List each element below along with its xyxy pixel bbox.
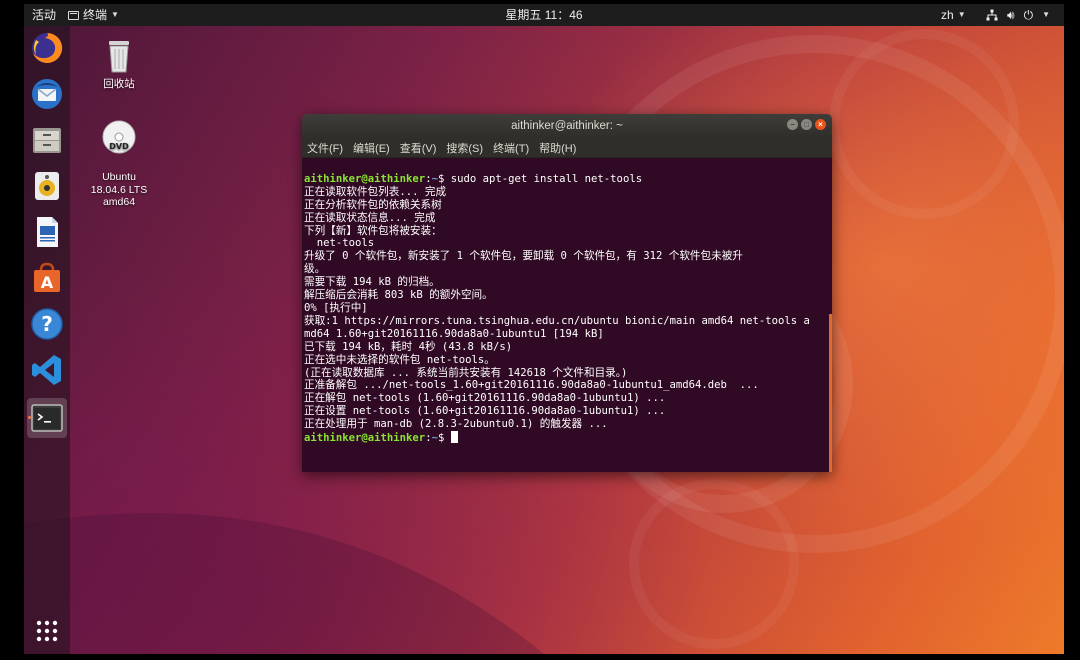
dock: A ? xyxy=(24,26,70,654)
output-line: 下列【新】软件包将被安装： xyxy=(304,224,442,237)
system-menu-button[interactable]: 🔊︎ ⏻ ▼ xyxy=(986,7,1050,23)
svg-text:DVD: DVD xyxy=(109,142,129,151)
prompt-user: aithinker@aithinker xyxy=(304,172,426,185)
dvd-icon: DVD xyxy=(102,120,136,153)
vscode-icon xyxy=(32,355,61,385)
output-line: 正在分析软件包的依赖关系树 xyxy=(304,198,442,211)
top-bar: 活动 终端 ▼ 星期五 11：46 zh ▼ 🔊︎ ⏻ ▼ xyxy=(24,4,1064,26)
terminal-menubar: 文件(F) 编辑(E) 查看(V) 搜索(S) 终端(T) 帮助(H) xyxy=(302,138,832,158)
menu-file[interactable]: 文件(F) xyxy=(307,140,343,156)
dvd-label: Ubuntu 18.04.6 LTS amd64 xyxy=(90,171,148,208)
dock-firefox[interactable] xyxy=(27,28,67,68)
desktop-screen: 活动 终端 ▼ 星期五 11：46 zh ▼ 🔊︎ ⏻ ▼ A ? 回收站 DV… xyxy=(24,4,1064,654)
maximize-button[interactable]: □ xyxy=(801,119,812,130)
thunderbird-icon xyxy=(32,79,62,109)
output-line: 获取:1 https://mirrors.tuna.tsinghua.edu.c… xyxy=(304,314,810,327)
dock-thunderbird[interactable] xyxy=(27,74,67,114)
output-line: 需要下载 194 kB 的归档。 xyxy=(304,276,440,289)
dock-terminal[interactable] xyxy=(27,398,67,438)
output-line: (正在读取数据库 ... 系统当前共安装有 142618 个文件和目录。) xyxy=(304,366,628,379)
trash-icon xyxy=(109,41,129,73)
svg-text:?: ? xyxy=(41,312,53,336)
power-icon: ⏻ xyxy=(1023,8,1034,22)
text-cursor xyxy=(450,431,458,444)
dock-files[interactable] xyxy=(27,120,67,160)
terminal-scrollbar[interactable] xyxy=(829,314,832,472)
menu-edit[interactable]: 编辑(E) xyxy=(353,140,390,156)
output-line: 解压缩后会消耗 803 kB 的额外空间。 xyxy=(304,289,493,302)
dock-software[interactable]: A xyxy=(27,258,67,298)
terminal-output[interactable]: aithinker@aithinker:~$ sudo apt-get inst… xyxy=(302,158,832,472)
running-indicator xyxy=(28,416,31,419)
prompt-line: aithinker@aithinker:~$ xyxy=(304,431,832,445)
dock-help[interactable]: ? xyxy=(27,304,67,344)
desktop-dvd[interactable]: DVD Ubuntu 18.04.6 LTS amd64 xyxy=(84,104,154,209)
prompt-path: ~ xyxy=(431,172,438,185)
desktop-trash[interactable]: 回收站 xyxy=(84,36,154,91)
files-icon xyxy=(33,128,61,153)
dock-show-apps[interactable] xyxy=(27,611,67,651)
menu-view[interactable]: 查看(V) xyxy=(400,140,437,156)
window-controls: – □ × xyxy=(787,119,826,130)
menu-terminal[interactable]: 终端(T) xyxy=(493,140,529,156)
terminal-titlebar[interactable]: aithinker@aithinker: ~ – □ × xyxy=(302,114,832,138)
input-method-label: zh xyxy=(941,8,954,22)
dock-rhythmbox[interactable] xyxy=(27,166,67,206)
command-text: sudo apt-get install net-tools xyxy=(450,172,643,185)
rhythmbox-icon xyxy=(35,172,59,200)
output-line: net-tools xyxy=(304,237,375,250)
close-button[interactable]: × xyxy=(815,119,826,130)
chevron-down-icon: ▼ xyxy=(957,10,966,19)
output-line: md64 1.60+git20161116.90da8a0-1ubuntu1 [… xyxy=(304,327,604,340)
terminal-icon xyxy=(31,404,63,432)
menu-search[interactable]: 搜索(S) xyxy=(446,140,483,156)
libreoffice-writer-icon xyxy=(37,217,58,247)
svg-text:A: A xyxy=(41,273,54,292)
dock-vscode[interactable] xyxy=(27,350,67,390)
output-line: 已下载 194 kB，耗时 4秒 (43.8 kB/s) xyxy=(304,340,513,353)
dock-writer[interactable] xyxy=(27,212,67,252)
output-line: 正在设置 net-tools (1.60+git20161116.90da8a0… xyxy=(304,405,666,418)
network-icon xyxy=(986,9,998,21)
output-line: 正准备解包 .../net-tools_1.60+git20161116.90d… xyxy=(304,379,759,392)
output-line: 正在读取状态信息... 完成 xyxy=(304,211,436,224)
output-line: 正在选中未选择的软件包 net-tools。 xyxy=(304,353,495,366)
show-apps-icon xyxy=(36,620,58,642)
menu-help[interactable]: 帮助(H) xyxy=(539,140,576,156)
output-line: 正在处理用于 man-db (2.8.3-2ubuntu0.1) 的触发器 ..… xyxy=(304,418,608,431)
output-line: 正在读取软件包列表... 完成 xyxy=(304,185,447,198)
firefox-icon xyxy=(32,32,63,63)
output-line: 0% [执行中] xyxy=(304,301,368,314)
output-line: 正在解包 net-tools (1.60+git20161116.90da8a0… xyxy=(304,392,666,405)
output-line: 升级了 0 个软件包，新安装了 1 个软件包，要卸载 0 个软件包，有 312 … xyxy=(304,250,743,263)
help-icon: ? xyxy=(31,308,63,340)
terminal-title: aithinker@aithinker: ~ xyxy=(511,120,623,132)
chevron-down-icon: ▼ xyxy=(1042,10,1050,19)
output-line: 级。 xyxy=(304,263,326,276)
trash-label: 回收站 xyxy=(103,78,135,90)
input-method-button[interactable]: zh ▼ xyxy=(941,7,966,23)
ubuntu-software-icon: A xyxy=(34,262,60,292)
volume-icon: 🔊︎ xyxy=(1007,8,1015,22)
prompt-path: ~ xyxy=(431,432,438,445)
minimize-button[interactable]: – xyxy=(787,119,798,130)
prompt-user: aithinker@aithinker xyxy=(304,432,426,445)
command-line: aithinker@aithinker:~$ sudo apt-get inst… xyxy=(304,172,643,185)
clock[interactable]: 星期五 11：46 xyxy=(24,7,1064,23)
terminal-window[interactable]: aithinker@aithinker: ~ – □ × 文件(F) 编辑(E)… xyxy=(302,114,832,472)
